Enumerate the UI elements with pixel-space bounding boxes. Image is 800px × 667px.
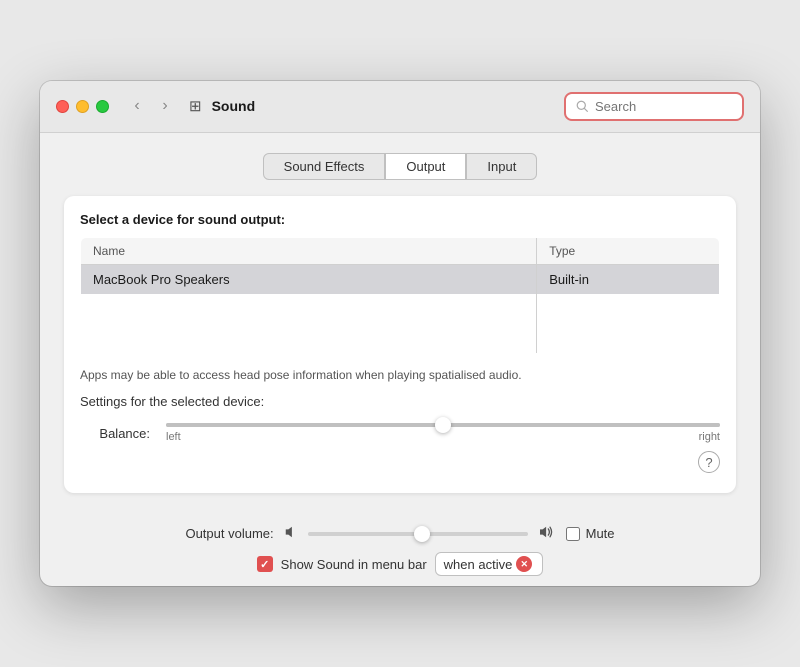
balance-slider-container: left right <box>166 423 720 443</box>
tab-output[interactable]: Output <box>385 153 466 180</box>
balance-label: Balance: <box>80 426 150 441</box>
when-active-icon <box>516 556 532 572</box>
output-panel: Select a device for sound output: Name T… <box>64 196 736 494</box>
when-active-label: when active <box>444 557 513 572</box>
volume-slider-track <box>308 532 528 536</box>
volume-high-icon <box>538 525 556 542</box>
titlebar: ‹ › ⊞ Sound <box>40 81 760 133</box>
back-button[interactable]: ‹ <box>125 94 149 118</box>
volume-row: Output volume: Mute <box>64 525 736 542</box>
tab-sound-effects[interactable]: Sound Effects <box>263 153 386 180</box>
balance-thumb[interactable] <box>435 417 451 433</box>
balance-left-label: left <box>166 431 181 443</box>
col-header-name: Name <box>81 237 537 264</box>
balance-right-label: right <box>699 431 720 443</box>
balance-row: Balance: left right <box>80 423 720 443</box>
search-box[interactable] <box>564 92 744 121</box>
close-button[interactable] <box>56 100 69 113</box>
search-input[interactable] <box>595 99 732 114</box>
device-type: Built-in <box>537 264 720 294</box>
traffic-lights <box>56 100 109 113</box>
search-icon <box>576 100 589 113</box>
show-sound-checkbox[interactable] <box>257 556 273 572</box>
volume-thumb[interactable] <box>414 526 430 542</box>
content-area: Sound Effects Output Input Select a devi… <box>40 133 760 514</box>
table-row[interactable]: MacBook Pro Speakers Built-in <box>81 264 720 294</box>
nav-buttons: ‹ › <box>125 94 177 118</box>
balance-track <box>166 423 720 427</box>
volume-label: Output volume: <box>185 526 273 541</box>
section-title: Select a device for sound output: <box>80 212 720 227</box>
info-text: Apps may be able to access head pose inf… <box>80 366 720 384</box>
bottom-bar: Output volume: Mute Show Sound in menu b… <box>40 513 760 586</box>
table-row-empty <box>81 294 720 354</box>
help-button[interactable]: ? <box>698 451 720 473</box>
mute-label: Mute <box>586 526 615 541</box>
when-active-button[interactable]: when active <box>435 552 544 576</box>
help-row: ? <box>80 451 720 473</box>
maximize-button[interactable] <box>96 100 109 113</box>
mute-row: Mute <box>566 526 615 541</box>
main-window: ‹ › ⊞ Sound Sound Effects Output Input S… <box>40 81 760 587</box>
tabs-bar: Sound Effects Output Input <box>64 153 736 180</box>
minimize-button[interactable] <box>76 100 89 113</box>
col-header-type: Type <box>537 237 720 264</box>
menubar-row: Show Sound in menu bar when active <box>257 552 544 576</box>
grid-icon[interactable]: ⊞ <box>189 97 202 115</box>
settings-label: Settings for the selected device: <box>80 394 720 409</box>
forward-button[interactable]: › <box>153 94 177 118</box>
volume-low-icon <box>284 525 298 542</box>
device-name: MacBook Pro Speakers <box>81 264 537 294</box>
menubar-text: Show Sound in menu bar <box>281 557 427 572</box>
tab-input[interactable]: Input <box>466 153 537 180</box>
device-table: Name Type MacBook Pro Speakers Built-in <box>80 237 720 355</box>
window-title: Sound <box>212 98 256 114</box>
mute-checkbox[interactable] <box>566 527 580 541</box>
